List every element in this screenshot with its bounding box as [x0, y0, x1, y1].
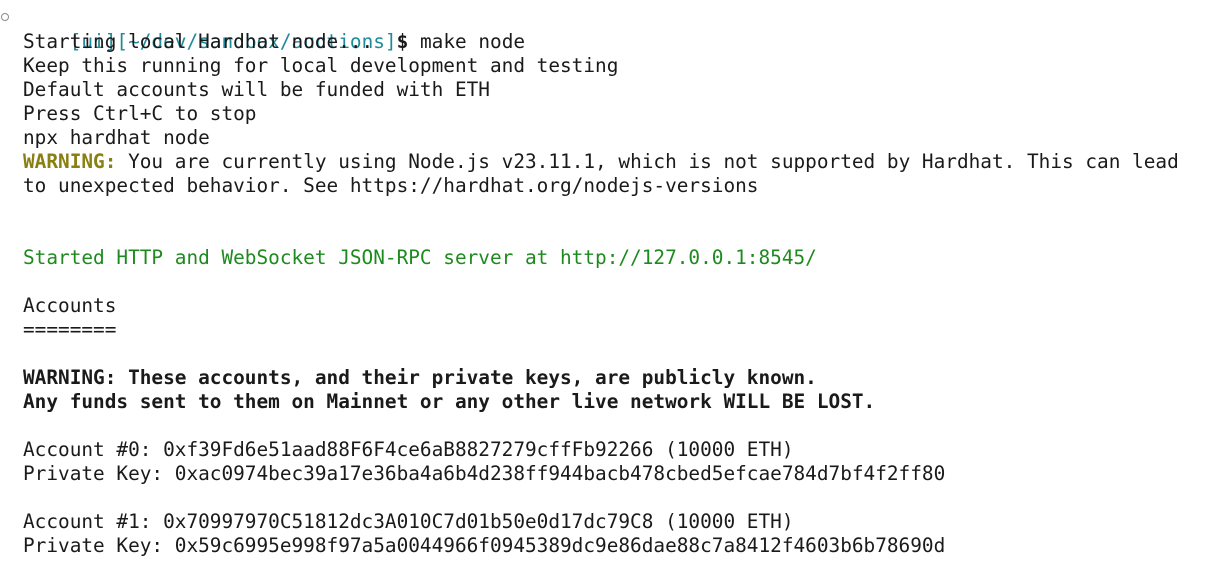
account-line: Account #0: 0xf39Fd6e51aad88F6F4ce6aB882… — [23, 438, 794, 461]
node-warning-text: You are currently using Node.js v23.11.1… — [116, 150, 1179, 173]
prompt-line: [ui][~/dev/sandbox/auctions]$ make node — [0, 6, 1208, 53]
output-line: Default accounts will be funded with ETH — [23, 78, 490, 101]
private-key-line: Private Key: 0xac0974bec39a17e36ba4a6b4d… — [23, 462, 946, 485]
accounts-rule: ======== — [23, 318, 117, 341]
terminal-window[interactable]: [ui][~/dev/sandbox/auctions]$ make node … — [0, 0, 1208, 570]
keys-warning-line-1: WARNING: These accounts, and their priva… — [23, 366, 817, 389]
node-warning-line: WARNING: You are currently using Node.js… — [0, 150, 1208, 174]
output-line: npx hardhat node — [23, 126, 210, 149]
account-line: Account #1: 0x70997970C51812dc3A010C7d01… — [23, 510, 794, 533]
output-line: Press Ctrl+C to stop — [23, 102, 257, 125]
output-line: Starting local Hardhat node... — [23, 30, 374, 53]
keys-warning-line-2: Any funds sent to them on Mainnet or any… — [23, 390, 876, 413]
node-warning-label: WARNING: — [23, 150, 117, 173]
prompt-status-icon — [1, 13, 9, 21]
node-warning-continuation: to unexpected behavior. See https://hard… — [23, 174, 759, 197]
output-line: Keep this running for local development … — [23, 54, 619, 77]
server-started-line: Started HTTP and WebSocket JSON-RPC serv… — [23, 246, 817, 269]
private-key-line: Private Key: 0x59c6995e998f97a5a0044966f… — [23, 534, 946, 557]
accounts-heading: Accounts — [23, 294, 117, 317]
